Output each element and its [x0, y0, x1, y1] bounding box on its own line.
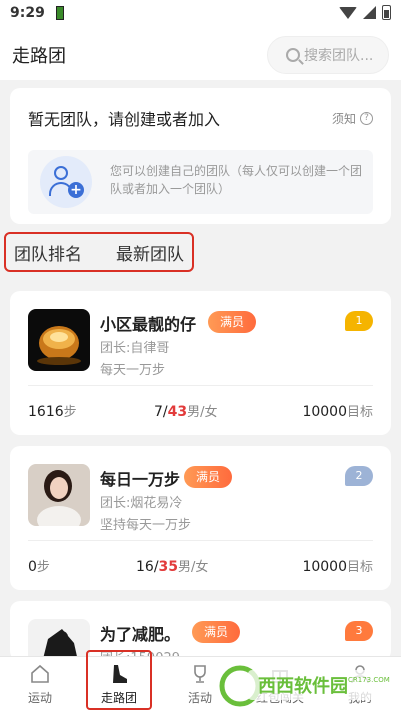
- app-header: 走路团 搜索团队...: [0, 28, 401, 80]
- status-bar: 9:29: [0, 0, 401, 28]
- team-avatar: [28, 309, 90, 371]
- team-card[interactable]: 为了减肥。 满员 3 团长:159029...: [10, 601, 391, 661]
- gender-ratio: 7/43男/女: [154, 404, 218, 420]
- status-icons: [339, 5, 391, 20]
- watermark-logo: 西西软件园 CR173.COM: [218, 660, 396, 710]
- question-icon: ?: [360, 112, 373, 125]
- team-steps: 1616步: [28, 404, 77, 420]
- tab-label: 活动: [187, 691, 212, 705]
- divider: [28, 385, 373, 386]
- search-placeholder: 搜索团队...: [304, 48, 374, 64]
- page-title: 走路团: [12, 46, 66, 67]
- tab-label: 运动: [27, 691, 52, 705]
- home-icon: [31, 664, 49, 683]
- team-steps: 0步: [28, 559, 50, 575]
- wifi-icon: [339, 6, 357, 19]
- team-leader: 团长:烟花易冷: [100, 496, 183, 511]
- status-time: 9:29: [10, 5, 45, 21]
- search-icon: [286, 48, 300, 62]
- team-card[interactable]: 每日一万步 满员 2 团长:烟花易冷 坚持每天一万步 0步 16/35男/女 1…: [10, 446, 391, 590]
- team-slogan: 每天一万步: [100, 363, 166, 378]
- rank-badge: 1: [345, 311, 373, 331]
- create-join-panel[interactable]: + 您可以创建自己的团队（每人仅可以创建一个团队或者加入一个团队）: [28, 150, 373, 214]
- team-leader: 团长:自律哥: [100, 341, 170, 356]
- rank-badge: 3: [345, 621, 373, 641]
- team-goal: 10000目标: [302, 559, 373, 575]
- divider: [28, 540, 373, 541]
- no-team-card: 暂无团队，请创建或者加入 须知 ? + 您可以创建自己的团队（每人仅可以创建一个…: [10, 88, 391, 224]
- notification-icon: [56, 6, 64, 20]
- add-team-icon[interactable]: +: [40, 156, 92, 208]
- battery-icon: [382, 5, 391, 20]
- team-name: 每日一万步: [100, 470, 181, 489]
- search-input[interactable]: 搜索团队...: [267, 36, 389, 74]
- notice-label: 须知: [331, 112, 356, 126]
- trophy-icon: [194, 665, 206, 683]
- svg-text:CR173.COM: CR173.COM: [348, 676, 390, 684]
- full-badge: 满员: [184, 466, 233, 488]
- team-tabs: 团队排名 最新团队: [4, 232, 194, 272]
- tab-new-teams[interactable]: 最新团队: [116, 240, 184, 265]
- team-name: 小区最靓的仔: [100, 315, 197, 334]
- no-team-title: 暂无团队，请创建或者加入: [28, 110, 221, 129]
- team-card[interactable]: 小区最靓的仔 满员 1 团长:自律哥 每天一万步 1616步 7/43男/女 1…: [10, 291, 391, 435]
- signal-icon: [363, 6, 376, 19]
- notice-link[interactable]: 须知 ?: [332, 110, 373, 127]
- full-badge: 满员: [192, 621, 241, 643]
- svg-text:西西软件园: 西西软件园: [258, 675, 348, 697]
- team-avatar: [28, 619, 90, 661]
- rank-badge: 2: [345, 466, 373, 486]
- full-badge: 满员: [208, 311, 257, 333]
- team-goal: 10000目标: [302, 404, 373, 420]
- tab-team-ranking[interactable]: 团队排名: [14, 240, 82, 265]
- team-name: 为了减肥。: [100, 625, 181, 644]
- gender-ratio: 16/35男/女: [136, 559, 209, 575]
- team-slogan: 坚持每天一万步: [100, 518, 192, 533]
- no-team-description: 您可以创建自己的团队（每人仅可以创建一个团队或者加入一个团队）: [110, 164, 363, 196]
- team-avatar: [28, 464, 90, 526]
- active-tab-highlight: [86, 650, 152, 710]
- tab-sport[interactable]: 运动: [0, 663, 80, 706]
